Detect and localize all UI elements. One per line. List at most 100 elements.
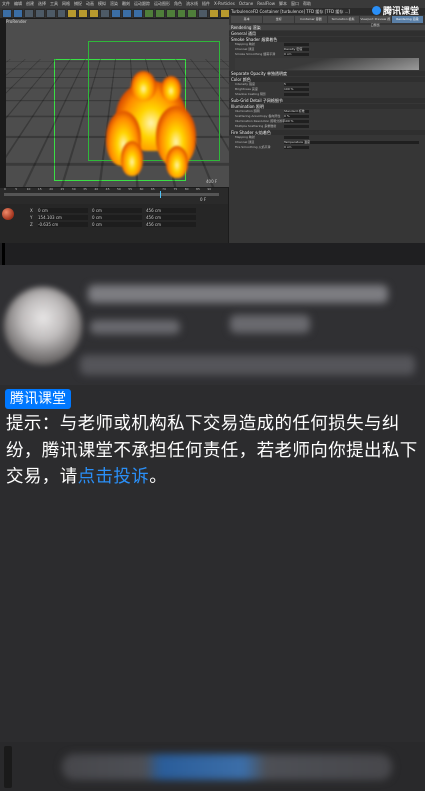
timeline-ticks: 0 5 10 15 20 25 30 35 40 45 50 55 60 65 70 75 80 85 90 <box>4 187 219 191</box>
nurbs-icon <box>165 8 176 18</box>
coord-axis-label: Z <box>30 222 33 227</box>
timeline-playhead[interactable] <box>160 191 161 198</box>
menu-item[interactable]: 脚本 <box>277 0 289 8</box>
cube-icon <box>143 8 154 18</box>
panel-row-field[interactable]: Density 密度 <box>284 48 309 51</box>
panel-tab[interactable]: Simulation 模拟 <box>327 16 359 23</box>
axis-z-icon <box>89 8 100 18</box>
video-divider <box>0 243 425 265</box>
watermark: 腾讯课堂 <box>371 4 419 17</box>
panel-row-field[interactable]: Standard 标准 <box>284 110 309 113</box>
menu-item[interactable]: 角色 <box>172 0 184 8</box>
panel-row-field[interactable]: 0 cm <box>284 53 309 56</box>
menu-item[interactable]: 创建 <box>24 0 36 8</box>
menu-item[interactable]: 捕捉 <box>72 0 84 8</box>
panel-heading: Rendering 渲染 <box>229 25 425 30</box>
panel-row-field[interactable]: 100 % <box>284 120 309 123</box>
menu-item[interactable]: 文件 <box>0 0 12 8</box>
menu-item[interactable]: 插件 <box>200 0 212 8</box>
panel-row-field[interactable] <box>284 125 309 128</box>
panel-row-field[interactable] <box>284 43 309 46</box>
coord-field[interactable]: 154.103 cm <box>38 215 88 220</box>
viewport-label: ProRender <box>6 19 27 24</box>
coord-field[interactable]: 0 cm <box>38 208 88 213</box>
panel-section-header[interactable]: General 通用 <box>229 31 425 36</box>
panel-row: Multiple Scattering 多重散射 <box>229 124 425 129</box>
menu-item[interactable]: 编辑 <box>12 0 24 8</box>
timeline[interactable]: 0 5 10 15 20 25 30 35 40 45 50 55 60 65 70 75 80 85 90 0 F <box>0 187 228 204</box>
coord-field[interactable]: 456 cm <box>146 222 196 227</box>
panel-row-field[interactable] <box>284 93 309 96</box>
panel-row-label: Smoke Smoothing 烟雾平滑 <box>235 52 276 56</box>
panel-row-field[interactable]: Temperature 温度 <box>284 141 419 144</box>
axis-x-icon <box>67 8 78 18</box>
material-preview[interactable] <box>2 208 14 220</box>
panel-row-field[interactable]: 5 <box>284 83 309 86</box>
bottom-bar <box>0 742 425 791</box>
panel-row-label: Fire Smoothing 火焰平滑 <box>235 145 271 149</box>
panel-row-field[interactable]: 0 cm <box>284 146 309 149</box>
coord-field[interactable]: -0.635 cm <box>38 222 88 227</box>
timeline-tick: 50 <box>116 187 121 191</box>
report-link[interactable]: 点击投诉 <box>78 467 150 487</box>
rotate-icon <box>56 8 67 18</box>
scene-icon <box>198 8 209 18</box>
coord-axis-label: X <box>30 208 33 213</box>
array-icon <box>176 8 187 18</box>
coord-field[interactable]: 0 cm <box>92 208 142 213</box>
mapping-curve[interactable] <box>235 58 419 70</box>
timeline-tick: 80 <box>184 187 189 191</box>
app-menubar: 文件 编辑 创建 选择 工具 网格 捕捉 动画 模拟 渲染 雕刻 运动跟踪 运动图形 角色 流水线 插件 X-P… <box>0 0 425 8</box>
menu-item[interactable]: 帮助 <box>301 0 313 8</box>
coords-icon <box>100 8 111 18</box>
panel-tab[interactable]: Rendering 渲染 <box>391 16 424 23</box>
panel-row-label: Channel 通道 <box>235 47 255 51</box>
panel-row-field[interactable]: 0 % <box>284 115 309 118</box>
menu-item[interactable]: X-Particles <box>212 0 237 7</box>
menu-item[interactable]: 模拟 <box>96 0 108 8</box>
panel-tab[interactable]: 坐标 <box>263 16 295 23</box>
coord-field[interactable]: 456 cm <box>146 215 196 220</box>
menu-item[interactable]: 运动跟踪 <box>132 0 152 8</box>
menu-item[interactable]: 流水线 <box>184 0 200 8</box>
menu-item[interactable]: Octane <box>237 0 255 7</box>
divider-edge <box>2 243 5 265</box>
notice-end: 。 <box>149 467 168 487</box>
move-icon <box>34 8 45 18</box>
fire-simulation <box>101 71 201 181</box>
spline-icon <box>154 8 165 18</box>
panel-tab[interactable]: Container 容器 <box>295 16 327 23</box>
timeline-bar[interactable] <box>4 193 219 196</box>
watermark-text: 腾讯课堂 <box>382 7 419 17</box>
timeline-tick: 30 <box>71 187 76 191</box>
coord-field[interactable]: 0 cm <box>92 222 142 227</box>
menu-item[interactable]: 渲染 <box>108 0 120 8</box>
blurred-title <box>88 285 388 303</box>
panel-row-label: Illumination Resolution 照明分辨率 <box>235 119 286 123</box>
coordinates-manager: X 0 cm 0 cm 456 cm Y 154.103 cm 0 cm 456 cm Z -0.… <box>0 204 228 243</box>
menu-item[interactable]: 网格 <box>60 0 72 8</box>
panel-section-header[interactable]: Separate Opacity 单独透明度 <box>229 71 425 76</box>
bottom-left-handle <box>4 746 12 788</box>
menu-item[interactable]: 动画 <box>84 0 96 8</box>
menu-item[interactable]: 窗口 <box>289 0 301 8</box>
coord-row: Y 154.103 cm 0 cm 456 cm <box>30 215 220 220</box>
timeline-tick: 90 <box>207 187 212 191</box>
deformer-icon <box>187 8 198 18</box>
menu-item[interactable]: 工具 <box>48 0 60 8</box>
coord-field[interactable]: 0 cm <box>92 215 142 220</box>
menu-item[interactable]: 选择 <box>36 0 48 8</box>
menu-item[interactable]: 雕刻 <box>120 0 132 8</box>
panel-row-label: Illumination 照明 <box>235 109 260 113</box>
blurred-actions <box>80 355 415 375</box>
panel-section-header[interactable]: Sub-Grid Detail 子网格细节 <box>229 98 425 103</box>
panel-sections: General 通用 Smoke Shader 烟雾着色 Mapping 映射 Cha… <box>229 31 425 150</box>
panel-tab[interactable]: 基本 <box>231 16 263 23</box>
menu-item[interactable]: RealFlow <box>255 0 277 7</box>
video-player[interactable]: 文件 编辑 创建 选择 工具 网格 捕捉 动画 模拟 渲染 雕刻 运动跟踪 运动图形 角色 流水线 插件 X-P… <box>0 0 425 243</box>
panel-row-field[interactable]: 100 % <box>284 88 309 91</box>
panel-tab[interactable]: Viewport Preview 视口预览 <box>359 16 391 27</box>
menu-item[interactable]: 运动图形 <box>152 0 172 8</box>
panel-row-field[interactable] <box>284 136 309 139</box>
coord-field[interactable]: 456 cm <box>146 208 196 213</box>
